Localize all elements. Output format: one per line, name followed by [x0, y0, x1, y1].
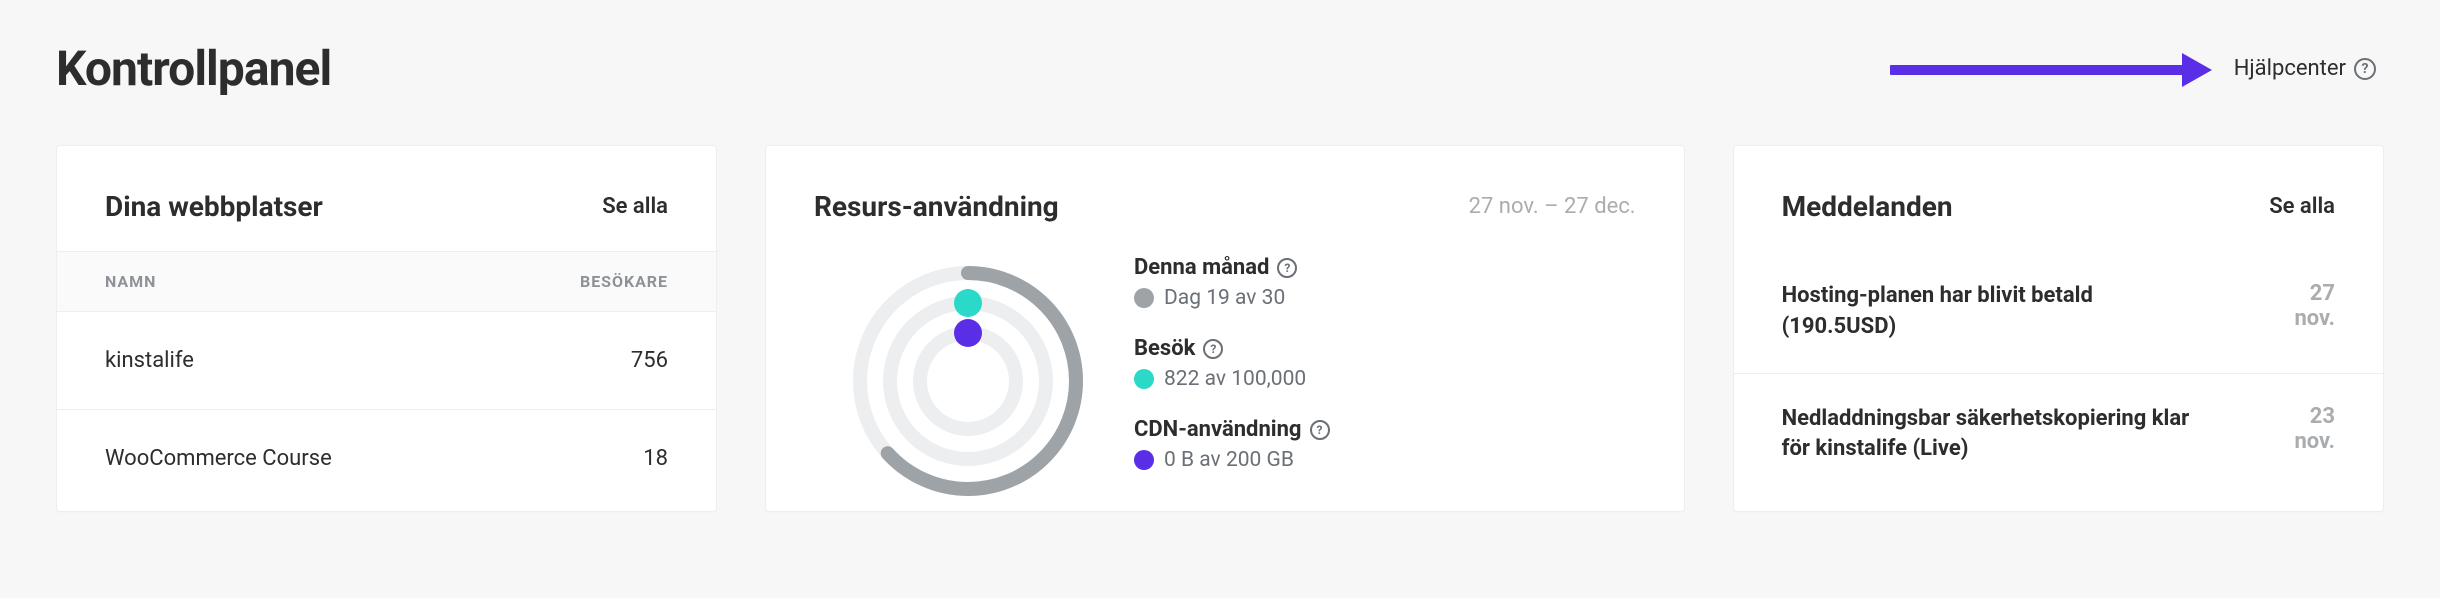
sites-see-all-link[interactable]: Se alla	[602, 194, 668, 219]
message-date: 27 nov.	[2294, 281, 2335, 331]
annotation-arrow	[1890, 57, 2210, 81]
site-name: kinstalife	[105, 348, 194, 373]
table-row[interactable]: WooCommerce Course 18	[57, 410, 716, 507]
dot-icon	[1134, 288, 1154, 308]
legend-cdn-value: 0 B av 200 GB	[1164, 448, 1294, 472]
legend-month-value: Dag 19 av 30	[1164, 286, 1285, 310]
site-visitors: 756	[631, 348, 668, 373]
help-center-label: Hjälpcenter	[2234, 56, 2346, 81]
help-center-link[interactable]: Hjälpcenter ?	[2234, 56, 2376, 81]
message-item[interactable]: Nedladdningsbar säkerhetskopiering klar …	[1734, 374, 2383, 496]
message-text: Hosting-planen har blivit betald (190.5U…	[1782, 281, 2202, 343]
sites-col-name: Namn	[105, 272, 156, 291]
usage-card-title: Resurs-användning	[814, 190, 1059, 223]
help-icon[interactable]: ?	[1310, 420, 1330, 440]
sites-col-visitors: Besökare	[580, 272, 668, 291]
usage-donut-chart	[838, 251, 1098, 511]
usage-legend: Denna månad ? Dag 19 av 30 Besök ?	[1134, 251, 1330, 472]
page-title: Kontrollpanel	[56, 40, 331, 97]
legend-month-label: Denna månad	[1134, 255, 1269, 280]
messages-card: Meddelanden Se alla Hosting-planen har b…	[1733, 145, 2384, 512]
help-icon[interactable]: ?	[1277, 258, 1297, 278]
sites-card: Dina webbplatser Se alla Namn Besökare k…	[56, 145, 717, 512]
dot-icon	[1134, 369, 1154, 389]
sites-card-title: Dina webbplatser	[105, 190, 323, 223]
messages-see-all-link[interactable]: Se alla	[2269, 194, 2335, 219]
legend-visits-value: 822 av 100,000	[1164, 367, 1306, 391]
legend-visits: Besök ? 822 av 100,000	[1134, 336, 1330, 391]
site-name: WooCommerce Course	[105, 446, 332, 471]
legend-cdn: CDN-användning ? 0 B av 200 GB	[1134, 417, 1330, 472]
sites-table-header: Namn Besökare	[57, 251, 716, 312]
usage-card: Resurs-användning 27 nov. – 27 dec.	[765, 145, 1685, 512]
dot-icon	[1134, 450, 1154, 470]
help-icon: ?	[2354, 58, 2376, 80]
usage-date-range: 27 nov. – 27 dec.	[1469, 194, 1636, 219]
legend-visits-label: Besök	[1134, 336, 1195, 361]
legend-cdn-label: CDN-användning	[1134, 417, 1302, 442]
message-item[interactable]: Hosting-planen har blivit betald (190.5U…	[1734, 251, 2383, 374]
legend-month: Denna månad ? Dag 19 av 30	[1134, 255, 1330, 310]
message-date: 23 nov.	[2294, 404, 2335, 454]
site-visitors: 18	[643, 446, 668, 471]
help-area: Hjälpcenter ?	[1890, 56, 2376, 81]
help-icon[interactable]: ?	[1203, 339, 1223, 359]
message-text: Nedladdningsbar säkerhetskopiering klar …	[1782, 404, 2202, 466]
messages-card-title: Meddelanden	[1782, 190, 1953, 223]
table-row[interactable]: kinstalife 756	[57, 312, 716, 410]
